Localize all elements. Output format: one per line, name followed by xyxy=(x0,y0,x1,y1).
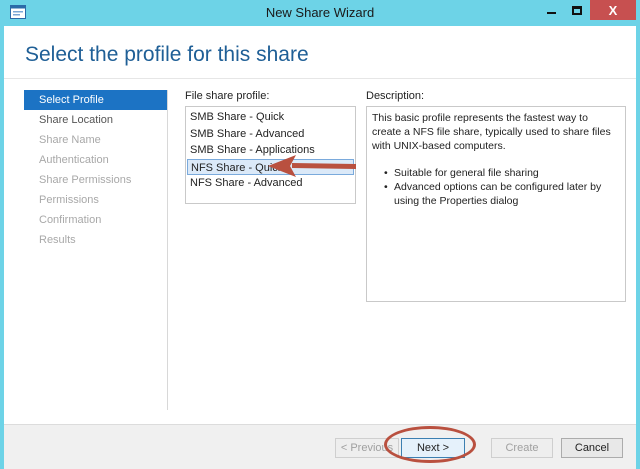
description-box: This basic profile represents the fastes… xyxy=(366,106,626,302)
wizard-step-nav: Select Profile Share Location Share Name… xyxy=(24,90,167,250)
nav-step-permissions: Permissions xyxy=(39,194,99,206)
title-bar[interactable]: New Share Wizard X xyxy=(4,0,636,26)
create-button[interactable]: Create xyxy=(491,438,553,458)
profile-list-label: File share profile: xyxy=(185,90,270,102)
page-title: Select the profile for this share xyxy=(25,43,309,66)
minimize-icon[interactable] xyxy=(538,0,564,20)
nav-step-share-permissions: Share Permissions xyxy=(39,174,132,186)
description-label: Description: xyxy=(366,90,425,102)
nav-step-authentication: Authentication xyxy=(39,154,109,166)
description-bullet: Suitable for general file sharing xyxy=(384,166,620,180)
nav-step-select-profile[interactable]: Select Profile xyxy=(24,90,167,110)
profile-item-smb-advanced[interactable]: SMB Share - Advanced xyxy=(186,126,355,143)
nav-step-share-location[interactable]: Share Location xyxy=(24,110,167,130)
profile-item-smb-quick[interactable]: SMB Share - Quick xyxy=(186,109,355,126)
nav-step-share-name: Share Name xyxy=(39,134,101,146)
description-text: This basic profile represents the fastes… xyxy=(372,112,611,152)
red-arrow-annotation xyxy=(268,155,356,177)
close-icon[interactable]: X xyxy=(590,0,636,20)
nav-divider xyxy=(167,90,168,410)
header-divider xyxy=(4,78,636,79)
maximize-icon[interactable] xyxy=(564,0,590,20)
red-circle-annotation xyxy=(384,426,476,463)
description-bullets: Suitable for general file sharing Advanc… xyxy=(372,166,620,208)
wizard-footer: < Previous Next > Create Cancel xyxy=(4,424,636,469)
description-bullet: Advanced options can be configured later… xyxy=(384,180,620,208)
window-controls: X xyxy=(538,0,636,20)
wizard-window: New Share Wizard X Select the profile fo… xyxy=(0,0,640,469)
cancel-button[interactable]: Cancel xyxy=(561,438,623,458)
nav-step-results: Results xyxy=(39,234,76,246)
nav-step-confirmation: Confirmation xyxy=(39,214,102,226)
